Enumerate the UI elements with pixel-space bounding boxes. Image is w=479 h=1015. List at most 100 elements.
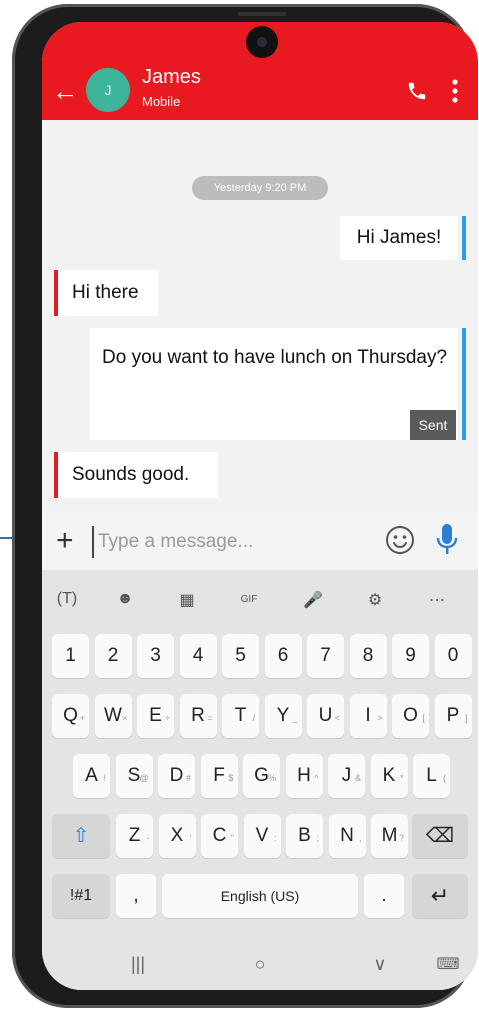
key-4[interactable]: 4: [179, 634, 217, 678]
key-3[interactable]: 3: [137, 634, 174, 678]
key-secondary-label: &: [354, 773, 361, 783]
key-w[interactable]: W ×: [94, 694, 132, 738]
contact-name[interactable]: James: [142, 66, 201, 89]
key-m[interactable]: M?: [371, 814, 408, 858]
settings-icon[interactable]: ⚙: [360, 590, 390, 610]
key-b[interactable]: B;: [286, 814, 323, 858]
key-8[interactable]: 8: [349, 634, 387, 678]
message-bubble-incoming[interactable]: Hi there: [58, 270, 158, 316]
key-e[interactable]: E ÷: [137, 694, 174, 738]
key-n[interactable]: N,: [328, 814, 366, 858]
comma-key[interactable]: ,: [116, 874, 156, 918]
key-1[interactable]: 1: [52, 634, 89, 678]
timestamp-badge: Yesterday 9:20 PM: [192, 176, 328, 200]
message-bubble-incoming[interactable]: Sounds good.: [58, 452, 218, 498]
period-key[interactable]: .: [364, 874, 404, 918]
key-label: 1: [65, 645, 76, 666]
key-label: H: [297, 765, 311, 786]
key-g[interactable]: G%: [243, 754, 280, 798]
key-y[interactable]: Y _: [264, 694, 302, 738]
key-j[interactable]: J &: [328, 754, 365, 798]
message-input[interactable]: [92, 526, 360, 558]
key-label: F: [213, 765, 225, 786]
back-arrow-icon[interactable]: ←: [52, 78, 78, 104]
compose-bar: +: [42, 512, 478, 570]
key-6[interactable]: 6: [264, 634, 302, 678]
emoji-icon[interactable]: ☻: [110, 590, 140, 608]
key-o[interactable]: O[: [392, 694, 429, 738]
voice-input-icon[interactable]: 🎤: [298, 590, 328, 610]
home-icon[interactable]: ○: [240, 954, 280, 975]
back-icon[interactable]: ∨: [360, 954, 400, 975]
key-p[interactable]: P]: [434, 694, 472, 738]
space-key[interactable]: English (US): [162, 874, 358, 918]
contact-avatar[interactable]: J: [86, 68, 130, 112]
screen: ← J James Mobile Yesterday 9:20 PM Hi Ja…: [42, 22, 478, 990]
key-label: W: [104, 705, 122, 726]
message-bubble-outgoing[interactable]: Hi James!: [340, 216, 458, 260]
key-u[interactable]: U <: [307, 694, 344, 738]
plus-icon[interactable]: +: [56, 526, 74, 556]
key-a[interactable]: A!: [73, 754, 110, 798]
voice-input-icon[interactable]: [436, 522, 458, 558]
shift-key[interactable]: ⇧: [52, 814, 110, 858]
key-label: M: [381, 825, 398, 846]
key-k[interactable]: K *: [370, 754, 408, 798]
message-bubble-outgoing[interactable]: Do you want to have lunch on Thursday?: [90, 328, 458, 440]
key-secondary-label: >: [377, 713, 383, 723]
key-label: V: [255, 825, 269, 846]
key-secondary-label: (: [443, 773, 446, 783]
key-9[interactable]: 9: [392, 634, 429, 678]
key-secondary-label: +: [79, 713, 85, 723]
key-label: J: [341, 765, 352, 786]
sticker-icon[interactable]: ▦: [172, 590, 202, 610]
enter-key[interactable]: ↵: [412, 874, 468, 918]
key-x[interactable]: X ': [158, 814, 196, 858]
emoji-icon[interactable]: [384, 524, 416, 556]
key-label: Z: [128, 825, 141, 846]
backspace-key[interactable]: ⌫: [412, 814, 468, 858]
key-h[interactable]: H ^: [285, 754, 323, 798]
key-label: 9: [405, 645, 416, 666]
key-s[interactable]: S @: [115, 754, 153, 798]
key-5[interactable]: 5: [222, 634, 259, 678]
contact-subtitle: Mobile: [142, 94, 181, 109]
key-label: 5: [235, 645, 246, 666]
key-l[interactable]: L(: [413, 754, 450, 798]
key-z[interactable]: Z-: [116, 814, 153, 858]
key-label: N: [340, 825, 354, 846]
gif-icon[interactable]: GIF: [234, 594, 264, 605]
key-label: ⌫: [425, 825, 455, 847]
key-secondary-label: ,: [358, 833, 362, 843]
symbols-key[interactable]: !#1: [52, 874, 110, 918]
key-2[interactable]: 2: [94, 634, 132, 678]
more-options-icon[interactable]: [452, 78, 458, 104]
speaker-grille: [238, 12, 286, 16]
key-v[interactable]: V:: [243, 814, 281, 858]
more-icon[interactable]: ⋯: [422, 590, 452, 610]
key-label: Q: [63, 705, 78, 726]
key-label: 7: [320, 645, 331, 666]
key-0[interactable]: 0: [434, 634, 472, 678]
key-secondary-label: -: [146, 833, 149, 843]
key-7[interactable]: 7: [307, 634, 344, 678]
key-t[interactable]: T /: [222, 694, 259, 738]
key-d[interactable]: D #: [158, 754, 195, 798]
call-icon[interactable]: [406, 80, 428, 102]
avatar-letter: J: [104, 82, 112, 98]
key-q[interactable]: Q +: [52, 694, 89, 738]
outgoing-marker: [462, 328, 466, 440]
key-f[interactable]: F $: [200, 754, 238, 798]
key-secondary-label: ÷: [165, 713, 170, 723]
key-label: ⇧: [72, 825, 90, 847]
sent-status-badge: Sent: [410, 410, 456, 440]
text-recognition-icon[interactable]: (T): [52, 590, 82, 608]
key-c[interactable]: C ": [201, 814, 238, 858]
key-label: 3: [150, 645, 161, 666]
key-r[interactable]: R =: [179, 694, 217, 738]
key-i[interactable]: I >: [349, 694, 387, 738]
key-secondary-label: =: [207, 713, 213, 723]
recent-apps-icon[interactable]: |||: [118, 954, 158, 975]
keyboard-switch-icon[interactable]: ⌨: [428, 954, 468, 974]
on-screen-keyboard: (T) ☻ ▦ GIF 🎤 ⚙ ⋯ 1 2 3 4 5 6 7 8 9 0 Q + W × E ÷ R = T / Y _…: [42, 570, 478, 990]
